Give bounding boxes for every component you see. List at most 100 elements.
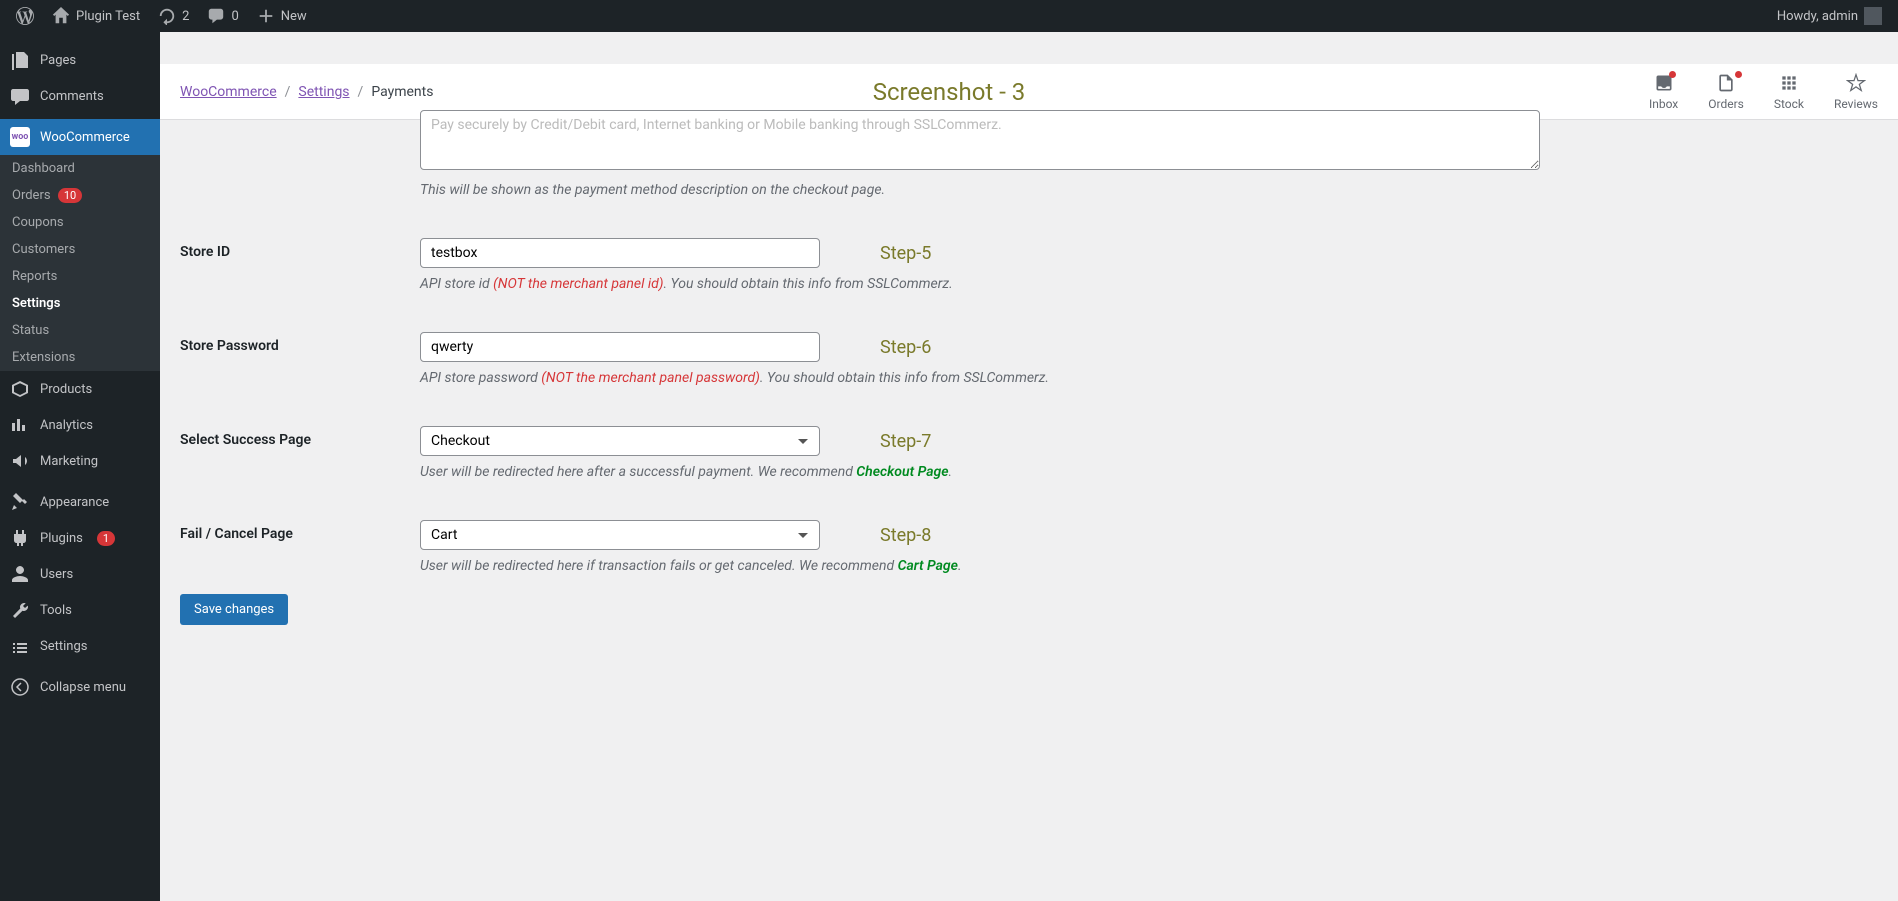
sidebar-item-collapse[interactable]: Collapse menu (0, 669, 160, 705)
sidebar-label: Tools (40, 603, 72, 618)
wp-logo[interactable] (8, 0, 42, 32)
breadcrumb-sep: / (285, 84, 291, 100)
submenu-settings[interactable]: Settings (0, 290, 160, 317)
sidebar-label: Plugins (40, 531, 83, 546)
activity-panel: Inbox Orders Stock Reviews (1649, 73, 1878, 111)
site-name-link[interactable]: Plugin Test (44, 0, 148, 32)
success-page-help: User will be redirected here after a suc… (420, 464, 1540, 480)
new-link[interactable]: New (249, 0, 315, 32)
inbox-label: Reviews (1834, 97, 1878, 111)
avatar-icon (1864, 7, 1882, 25)
notification-dot (1735, 71, 1742, 78)
sidebar-label: Analytics (40, 418, 93, 433)
sidebar-item-media-cut[interactable] (0, 32, 160, 42)
sidebar-item-plugins[interactable]: Plugins 1 (0, 520, 160, 556)
step-5-label: Step-5 (880, 243, 931, 264)
comments-link[interactable]: 0 (199, 0, 246, 32)
submenu-coupons[interactable]: Coupons (0, 209, 160, 236)
main-content: WooCommerce / Settings / Payments Screen… (160, 64, 1898, 665)
breadcrumb-woocommerce[interactable]: WooCommerce (180, 84, 277, 100)
submenu-customers[interactable]: Customers (0, 236, 160, 263)
products-icon (10, 379, 30, 399)
reviews-icon (1846, 73, 1866, 93)
inbox-button[interactable]: Inbox (1649, 73, 1678, 111)
new-label: New (281, 9, 307, 24)
success-page-label: Select Success Page (180, 426, 400, 480)
comments-icon (10, 86, 30, 106)
store-id-label: Store ID (180, 238, 400, 292)
sidebar-label: WooCommerce (40, 130, 130, 145)
plugins-icon (10, 528, 30, 548)
submenu-dashboard[interactable]: Dashboard (0, 155, 160, 182)
pages-icon (10, 50, 30, 70)
sidebar-item-woocommerce[interactable]: woo WooCommerce (0, 119, 160, 155)
notification-dot (1669, 71, 1676, 78)
store-password-input[interactable] (420, 332, 820, 362)
site-name: Plugin Test (76, 9, 140, 24)
orders-icon (1716, 73, 1736, 93)
account-link[interactable]: Howdy, admin (1769, 0, 1890, 32)
store-id-help: API store id (NOT the merchant panel id)… (420, 276, 1540, 292)
submenu-reports[interactable]: Reports (0, 263, 160, 290)
updates-count: 2 (182, 9, 189, 24)
sidebar-label: Appearance (40, 495, 109, 510)
step-8-label: Step-8 (880, 525, 931, 546)
fail-page-help: User will be redirected here if transact… (420, 558, 1540, 574)
sidebar-item-analytics[interactable]: Analytics (0, 407, 160, 443)
store-id-input[interactable] (420, 238, 820, 268)
step-6-label: Step-6 (880, 337, 931, 358)
breadcrumb: WooCommerce / Settings / Payments (180, 84, 433, 100)
admin-sidebar: Pages Comments woo WooCommerce Dashboard… (0, 32, 160, 901)
sidebar-label: Pages (40, 53, 76, 68)
comment-icon (207, 7, 225, 25)
settings-form: Pay securely by Credit/Debit card, Inter… (160, 90, 1898, 665)
sidebar-label: Collapse menu (40, 680, 126, 695)
success-page-select[interactable]: Checkout (420, 426, 820, 456)
sidebar-item-comments[interactable]: Comments (0, 78, 160, 114)
sidebar-item-settings[interactable]: Settings (0, 628, 160, 664)
sidebar-item-pages[interactable]: Pages (0, 42, 160, 78)
description-help: This will be shown as the payment method… (420, 182, 1540, 198)
sidebar-label: Comments (40, 89, 104, 104)
reviews-button[interactable]: Reviews (1834, 73, 1878, 111)
comments-count: 0 (231, 9, 238, 24)
orders-badge: 10 (58, 188, 82, 203)
fail-page-select[interactable]: Cart (420, 520, 820, 550)
sidebar-item-tools[interactable]: Tools (0, 592, 160, 628)
stock-button[interactable]: Stock (1774, 73, 1804, 111)
submenu-extensions[interactable]: Extensions (0, 344, 160, 371)
save-changes-button[interactable]: Save changes (180, 594, 288, 625)
analytics-icon (10, 415, 30, 435)
appearance-icon (10, 492, 30, 512)
settings-icon (10, 636, 30, 656)
updates-link[interactable]: 2 (150, 0, 197, 32)
wordpress-icon (16, 7, 34, 25)
submenu-orders[interactable]: Orders 10 (0, 182, 160, 209)
store-password-help: API store password (NOT the merchant pan… (420, 370, 1540, 386)
sidebar-item-users[interactable]: Users (0, 556, 160, 592)
breadcrumb-settings[interactable]: Settings (298, 84, 349, 100)
stock-icon (1779, 73, 1799, 93)
woocommerce-icon: woo (10, 127, 30, 147)
sidebar-item-products[interactable]: Products (0, 371, 160, 407)
sidebar-item-appearance[interactable]: Appearance (0, 484, 160, 520)
description-label-cut (180, 110, 400, 198)
description-textarea[interactable]: Pay securely by Credit/Debit card, Inter… (420, 110, 1540, 170)
breadcrumb-sep: / (358, 84, 364, 100)
sidebar-label: Settings (40, 639, 87, 654)
users-icon (10, 564, 30, 584)
plugins-badge: 1 (97, 531, 115, 546)
sidebar-label: Products (40, 382, 92, 397)
collapse-icon (10, 677, 30, 697)
plus-icon (257, 7, 275, 25)
marketing-icon (10, 451, 30, 471)
sidebar-item-marketing[interactable]: Marketing (0, 443, 160, 479)
page-headline: Screenshot - 3 (873, 78, 1026, 106)
submenu-status[interactable]: Status (0, 317, 160, 344)
store-password-label: Store Password (180, 332, 400, 386)
orders-button[interactable]: Orders (1708, 73, 1744, 111)
sidebar-label: Users (40, 567, 73, 582)
tools-icon (10, 600, 30, 620)
inbox-label: Stock (1774, 97, 1804, 111)
woocommerce-submenu: Dashboard Orders 10 Coupons Customers Re… (0, 155, 160, 371)
